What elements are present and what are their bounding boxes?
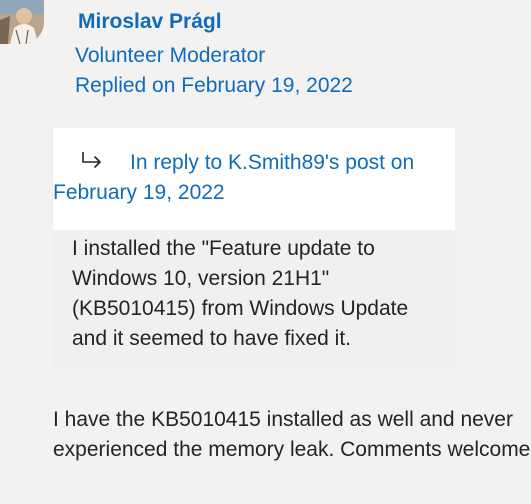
user-avatar-photo-icon xyxy=(0,0,44,44)
quoted-post: I installed the "Feature update to Windo… xyxy=(53,230,455,368)
reply-body-text: I have the KB5010415 installed as well a… xyxy=(53,408,531,461)
author-name[interactable]: Miroslav Prágl xyxy=(78,8,222,36)
author-avatar[interactable] xyxy=(0,0,44,44)
author-role: Volunteer Moderator xyxy=(75,44,266,67)
in-reply-to-link[interactable]: In reply to K.Smith89's post on February… xyxy=(53,148,448,208)
reply-date-link[interactable]: Replied on February 19, 2022 xyxy=(75,72,353,100)
in-reply-to-header: In reply to K.Smith89's post on February… xyxy=(53,128,455,230)
reply-post: Miroslav Prágl Volunteer Moderator Repli… xyxy=(0,0,531,504)
quoted-post-text: I installed the "Feature update to Windo… xyxy=(72,237,409,350)
